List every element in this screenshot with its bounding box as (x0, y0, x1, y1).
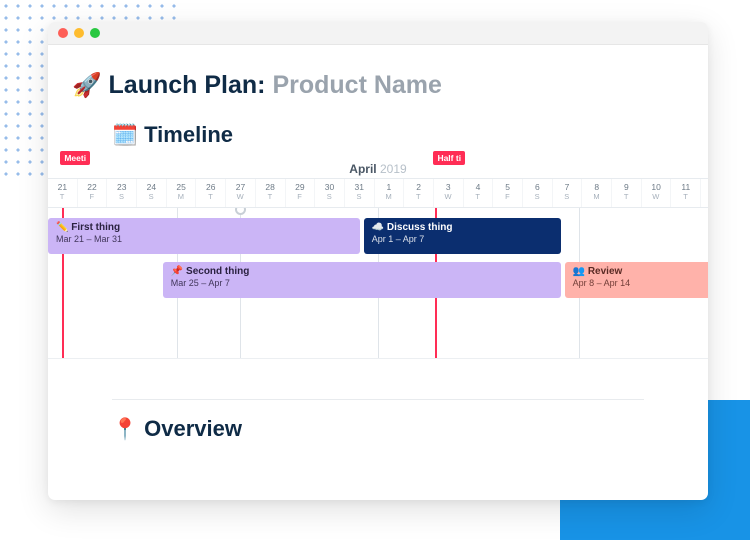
event-title: First thing (71, 222, 120, 233)
timeline-day-column: 11T (671, 179, 701, 207)
timeline-day-column: 8M (582, 179, 612, 207)
event-date-range: Apr 1 – Apr 7 (372, 234, 425, 244)
timeline-day-column: 7S (553, 179, 583, 207)
timeline-heading: 🗓️ Timeline (112, 122, 684, 148)
event-title: Second thing (186, 266, 249, 277)
event-date-range: Mar 25 – Apr 7 (171, 278, 230, 288)
timeline-day-column: 21T (48, 179, 78, 207)
timeline-day-column: 30S (315, 179, 345, 207)
timeline-event-bar[interactable]: 👥 ReviewApr 8 – Apr 14 (565, 262, 708, 298)
app-window: 🚀 Launch Plan: Product Name 🗓️ Timeline … (48, 22, 708, 500)
timeline-marker-flag[interactable]: Meeti (60, 151, 90, 165)
timeline-month-label: April 2019 (48, 158, 708, 178)
timeline-event-bar[interactable]: ☁️ Discuss thingApr 1 – Apr 7 (364, 218, 561, 254)
timeline-day-column: 22F (78, 179, 108, 207)
title-product-name: Product Name (272, 71, 441, 99)
window-close-button[interactable] (58, 28, 68, 38)
pin-icon: 📍 (112, 418, 138, 441)
timeline-event-bar[interactable]: 📌 Second thingMar 25 – Apr 7 (163, 262, 561, 298)
window-minimize-button[interactable] (74, 28, 84, 38)
event-emoji-icon: ☁️ (372, 222, 384, 233)
event-date-range: Apr 8 – Apr 14 (573, 278, 631, 288)
timeline-day-column: 29F (286, 179, 316, 207)
window-zoom-button[interactable] (90, 28, 100, 38)
timeline-marker-flag[interactable]: Half ti (433, 151, 465, 165)
event-date-range: Mar 21 – Mar 31 (56, 234, 122, 244)
timeline-day-header: 21T22F23S24S25M26T27W28T29F30S31S1M2T3W4… (48, 178, 708, 208)
timeline-event-bar[interactable]: ✏️ First thingMar 21 – Mar 31 (48, 218, 360, 254)
calendar-icon: 🗓️ (112, 124, 138, 147)
timeline-day-column: 26T (196, 179, 226, 207)
timeline-day-column: 28T (256, 179, 286, 207)
timeline-day-column: 31S (345, 179, 375, 207)
timeline-day-column: 4T (464, 179, 494, 207)
timeline-day-column: 1M (375, 179, 405, 207)
page-title: 🚀 Launch Plan: Product Name (72, 71, 684, 100)
timeline-day-column: 6S (523, 179, 553, 207)
timeline-day-column: 24S (137, 179, 167, 207)
section-divider (112, 399, 644, 400)
timeline-day-column: 25M (167, 179, 197, 207)
event-title: Discuss thing (387, 222, 453, 233)
timeline-day-column: 12F (701, 179, 708, 207)
timeline-day-column: 27W (226, 179, 256, 207)
title-prefix: Launch Plan: (109, 71, 266, 99)
timeline-day-column: 3W (434, 179, 464, 207)
timeline-day-column: 23S (107, 179, 137, 207)
event-emoji-icon: 👥 (573, 266, 585, 277)
timeline: April 2019 21T22F23S24S25M26T27W28T29F30… (48, 158, 708, 359)
timeline-day-column: 2T (404, 179, 434, 207)
timeline-pin-icon (235, 208, 246, 215)
rocket-icon: 🚀 (72, 72, 102, 99)
event-emoji-icon: 📌 (171, 266, 183, 277)
overview-heading: 📍 Overview (112, 416, 684, 442)
timeline-day-column: 5F (493, 179, 523, 207)
timeline-bars-area[interactable]: ✏️ First thingMar 21 – Mar 31☁️ Discuss … (48, 208, 708, 359)
timeline-day-column: 9T (612, 179, 642, 207)
timeline-day-column: 10W (642, 179, 672, 207)
event-emoji-icon: ✏️ (56, 222, 68, 233)
window-titlebar (48, 22, 708, 45)
event-title: Review (588, 266, 622, 277)
